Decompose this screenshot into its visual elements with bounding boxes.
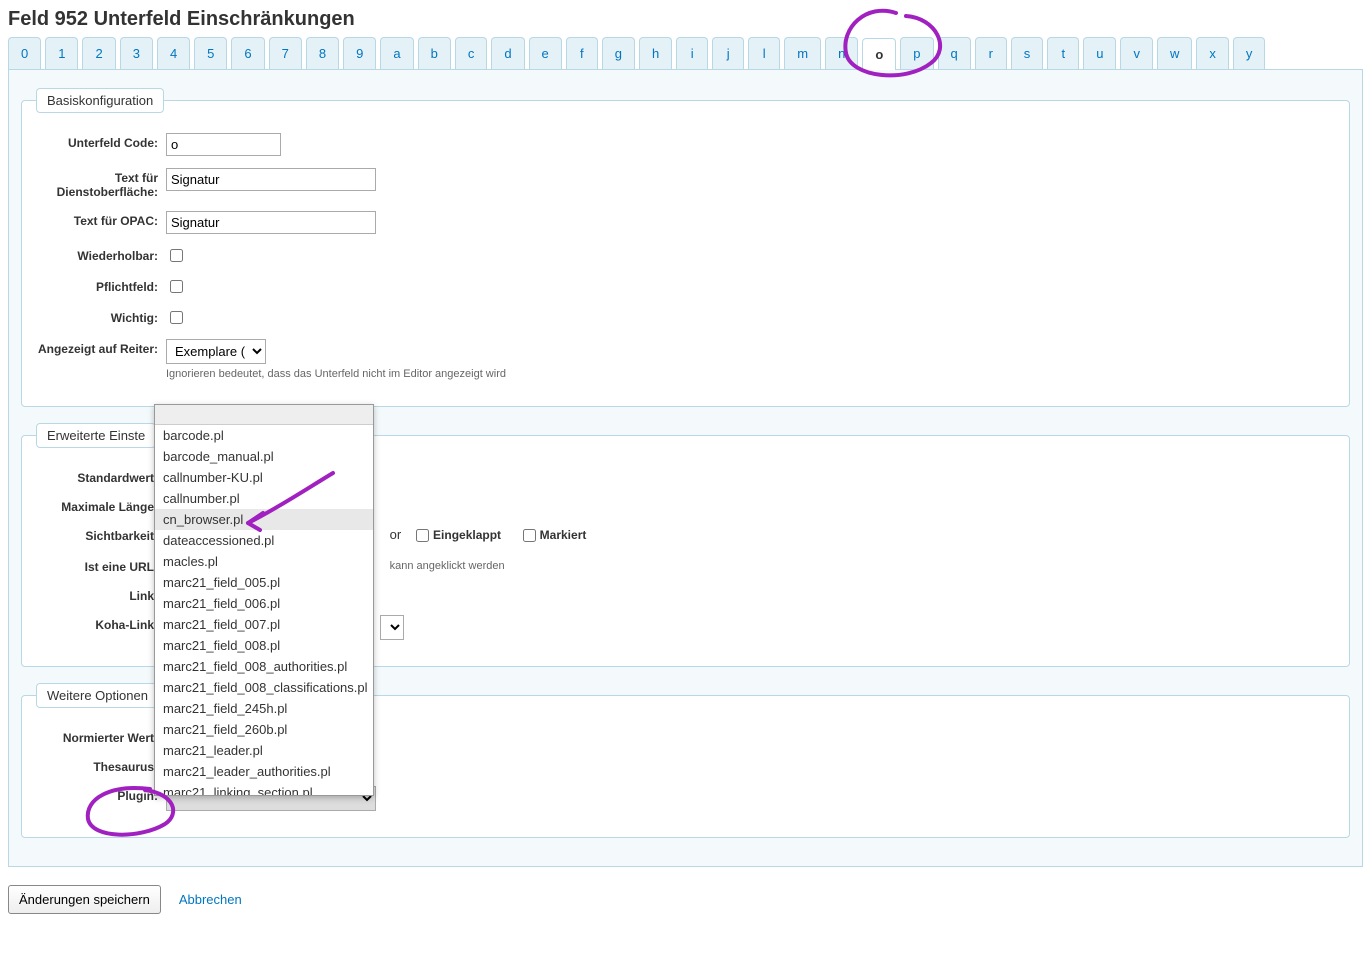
tab-r[interactable]: r	[975, 37, 1007, 69]
plugin-option[interactable]: marc21_field_008.pl	[155, 635, 373, 656]
wiederholbar-checkbox[interactable]	[170, 249, 183, 262]
reiter-select[interactable]: Exemplare (10)	[166, 339, 266, 364]
plugin-option[interactable]: callnumber.pl	[155, 488, 373, 509]
tab-1[interactable]: 1	[45, 37, 78, 69]
label-unterfeld-code: Unterfeld Code:	[36, 133, 166, 150]
label-reiter: Angezeigt auf Reiter:	[36, 339, 166, 356]
plugin-option[interactable]: marc21_leader.pl	[155, 740, 373, 761]
tab-6[interactable]: 6	[231, 37, 264, 69]
unterfeld-code-input[interactable]	[166, 133, 281, 156]
label-ist-url: Ist eine URL:	[36, 557, 166, 574]
plugin-option[interactable]: marc21_linking_section.pl	[155, 782, 373, 795]
legend-basis: Basiskonfiguration	[36, 88, 164, 113]
tab-y[interactable]: y	[1233, 37, 1266, 69]
tab-x[interactable]: x	[1196, 37, 1229, 69]
label-text-opac: Text für OPAC:	[36, 211, 166, 228]
legend-weitere: Weitere Optionen	[36, 683, 159, 708]
tab-o[interactable]: o	[862, 38, 896, 70]
text-dienst-input[interactable]	[166, 168, 376, 191]
plugin-dropdown-popup[interactable]: barcode.plbarcode_manual.plcallnumber-KU…	[154, 404, 374, 796]
label-standardwert: Standardwert:	[36, 468, 166, 485]
plugin-option[interactable]: marc21_field_245h.pl	[155, 698, 373, 719]
tab-e[interactable]: e	[529, 37, 562, 69]
label-normierter-wert: Normierter Wert:	[36, 728, 166, 745]
fieldset-basis: Basiskonfiguration Unterfeld Code: Text …	[21, 88, 1350, 407]
save-button[interactable]: Änderungen speichern	[8, 885, 161, 914]
markiert-checkbox[interactable]	[523, 529, 536, 542]
tab-u[interactable]: u	[1083, 37, 1116, 69]
tab-4[interactable]: 4	[157, 37, 190, 69]
plugin-option[interactable]: marc21_field_006.pl	[155, 593, 373, 614]
tab-j[interactable]: j	[712, 37, 744, 69]
plugin-option[interactable]: barcode.pl	[155, 425, 373, 446]
tab-b[interactable]: b	[418, 37, 451, 69]
reiter-hint: Ignorieren bedeutet, dass das Unterfeld …	[166, 368, 1335, 380]
koha-link-select[interactable]	[380, 615, 404, 640]
label-pflichtfeld: Pflichtfeld:	[36, 277, 166, 294]
plugin-option[interactable]: marc21_field_007.pl	[155, 614, 373, 635]
pflichtfeld-checkbox[interactable]	[170, 280, 183, 293]
page-title: Feld 952 Unterfeld Einschränkungen	[8, 8, 1363, 31]
plugin-option[interactable]: callnumber-KU.pl	[155, 467, 373, 488]
plugin-option[interactable]: marc21_leader_authorities.pl	[155, 761, 373, 782]
label-eingeklappt: Eingeklappt	[433, 528, 501, 542]
tab-g[interactable]: g	[602, 37, 635, 69]
label-plugin: Plugin:	[36, 786, 166, 803]
ist-url-hint: kann angeklickt werden	[390, 560, 505, 572]
tab-p[interactable]: p	[900, 37, 933, 69]
plugin-option[interactable]: marc21_field_005.pl	[155, 572, 373, 593]
tab-8[interactable]: 8	[306, 37, 339, 69]
tab-l[interactable]: l	[748, 37, 780, 69]
tab-t[interactable]: t	[1047, 37, 1079, 69]
cancel-link[interactable]: Abbrechen	[179, 892, 242, 907]
tab-n[interactable]: n	[825, 37, 858, 69]
plugin-option[interactable]: marc21_field_008_authorities.pl	[155, 656, 373, 677]
label-wiederholbar: Wiederholbar:	[36, 246, 166, 263]
tab-0[interactable]: 0	[8, 37, 41, 69]
label-max-laenge: Maximale Länge:	[36, 497, 166, 514]
subfield-tabs: 0123456789abcdefghijlmnopqrstuvwxy	[8, 37, 1363, 70]
tab-7[interactable]: 7	[269, 37, 302, 69]
sichtbarkeit-or: or	[390, 527, 402, 542]
tab-d[interactable]: d	[491, 37, 524, 69]
plugin-dropdown-list[interactable]: barcode.plbarcode_manual.plcallnumber-KU…	[155, 425, 373, 795]
plugin-dropdown-blank[interactable]	[155, 405, 373, 425]
tab-s[interactable]: s	[1011, 37, 1044, 69]
tab-w[interactable]: w	[1157, 37, 1192, 69]
tab-q[interactable]: q	[938, 37, 971, 69]
legend-erweitert: Erweiterte Einste	[36, 423, 156, 448]
eingeklappt-checkbox[interactable]	[416, 529, 429, 542]
plugin-option[interactable]: marc21_field_008_classifications.pl	[155, 677, 373, 698]
label-markiert: Markiert	[540, 528, 587, 542]
label-wichtig: Wichtig:	[36, 308, 166, 325]
tab-f[interactable]: f	[566, 37, 598, 69]
plugin-option[interactable]: barcode_manual.pl	[155, 446, 373, 467]
plugin-option[interactable]: dateaccessioned.pl	[155, 530, 373, 551]
tab-9[interactable]: 9	[343, 37, 376, 69]
tab-3[interactable]: 3	[120, 37, 153, 69]
label-thesaurus: Thesaurus:	[36, 757, 166, 774]
tab-m[interactable]: m	[784, 37, 821, 69]
label-sichtbarkeit: Sichtbarkeit:	[36, 526, 166, 543]
plugin-option[interactable]: cn_browser.pl	[155, 509, 373, 530]
plugin-option[interactable]: macles.pl	[155, 551, 373, 572]
tab-v[interactable]: v	[1120, 37, 1153, 69]
tab-c[interactable]: c	[455, 37, 488, 69]
label-koha-link: Koha-Link:	[36, 615, 166, 632]
label-text-dienst: Text für Dienstoberfläche:	[36, 168, 166, 199]
text-opac-input[interactable]	[166, 211, 376, 234]
tab-i[interactable]: i	[676, 37, 708, 69]
tab-2[interactable]: 2	[82, 37, 115, 69]
tab-a[interactable]: a	[380, 37, 413, 69]
tab-h[interactable]: h	[639, 37, 672, 69]
wichtig-checkbox[interactable]	[170, 311, 183, 324]
tab-5[interactable]: 5	[194, 37, 227, 69]
label-link: Link:	[36, 586, 166, 603]
plugin-option[interactable]: marc21_field_260b.pl	[155, 719, 373, 740]
